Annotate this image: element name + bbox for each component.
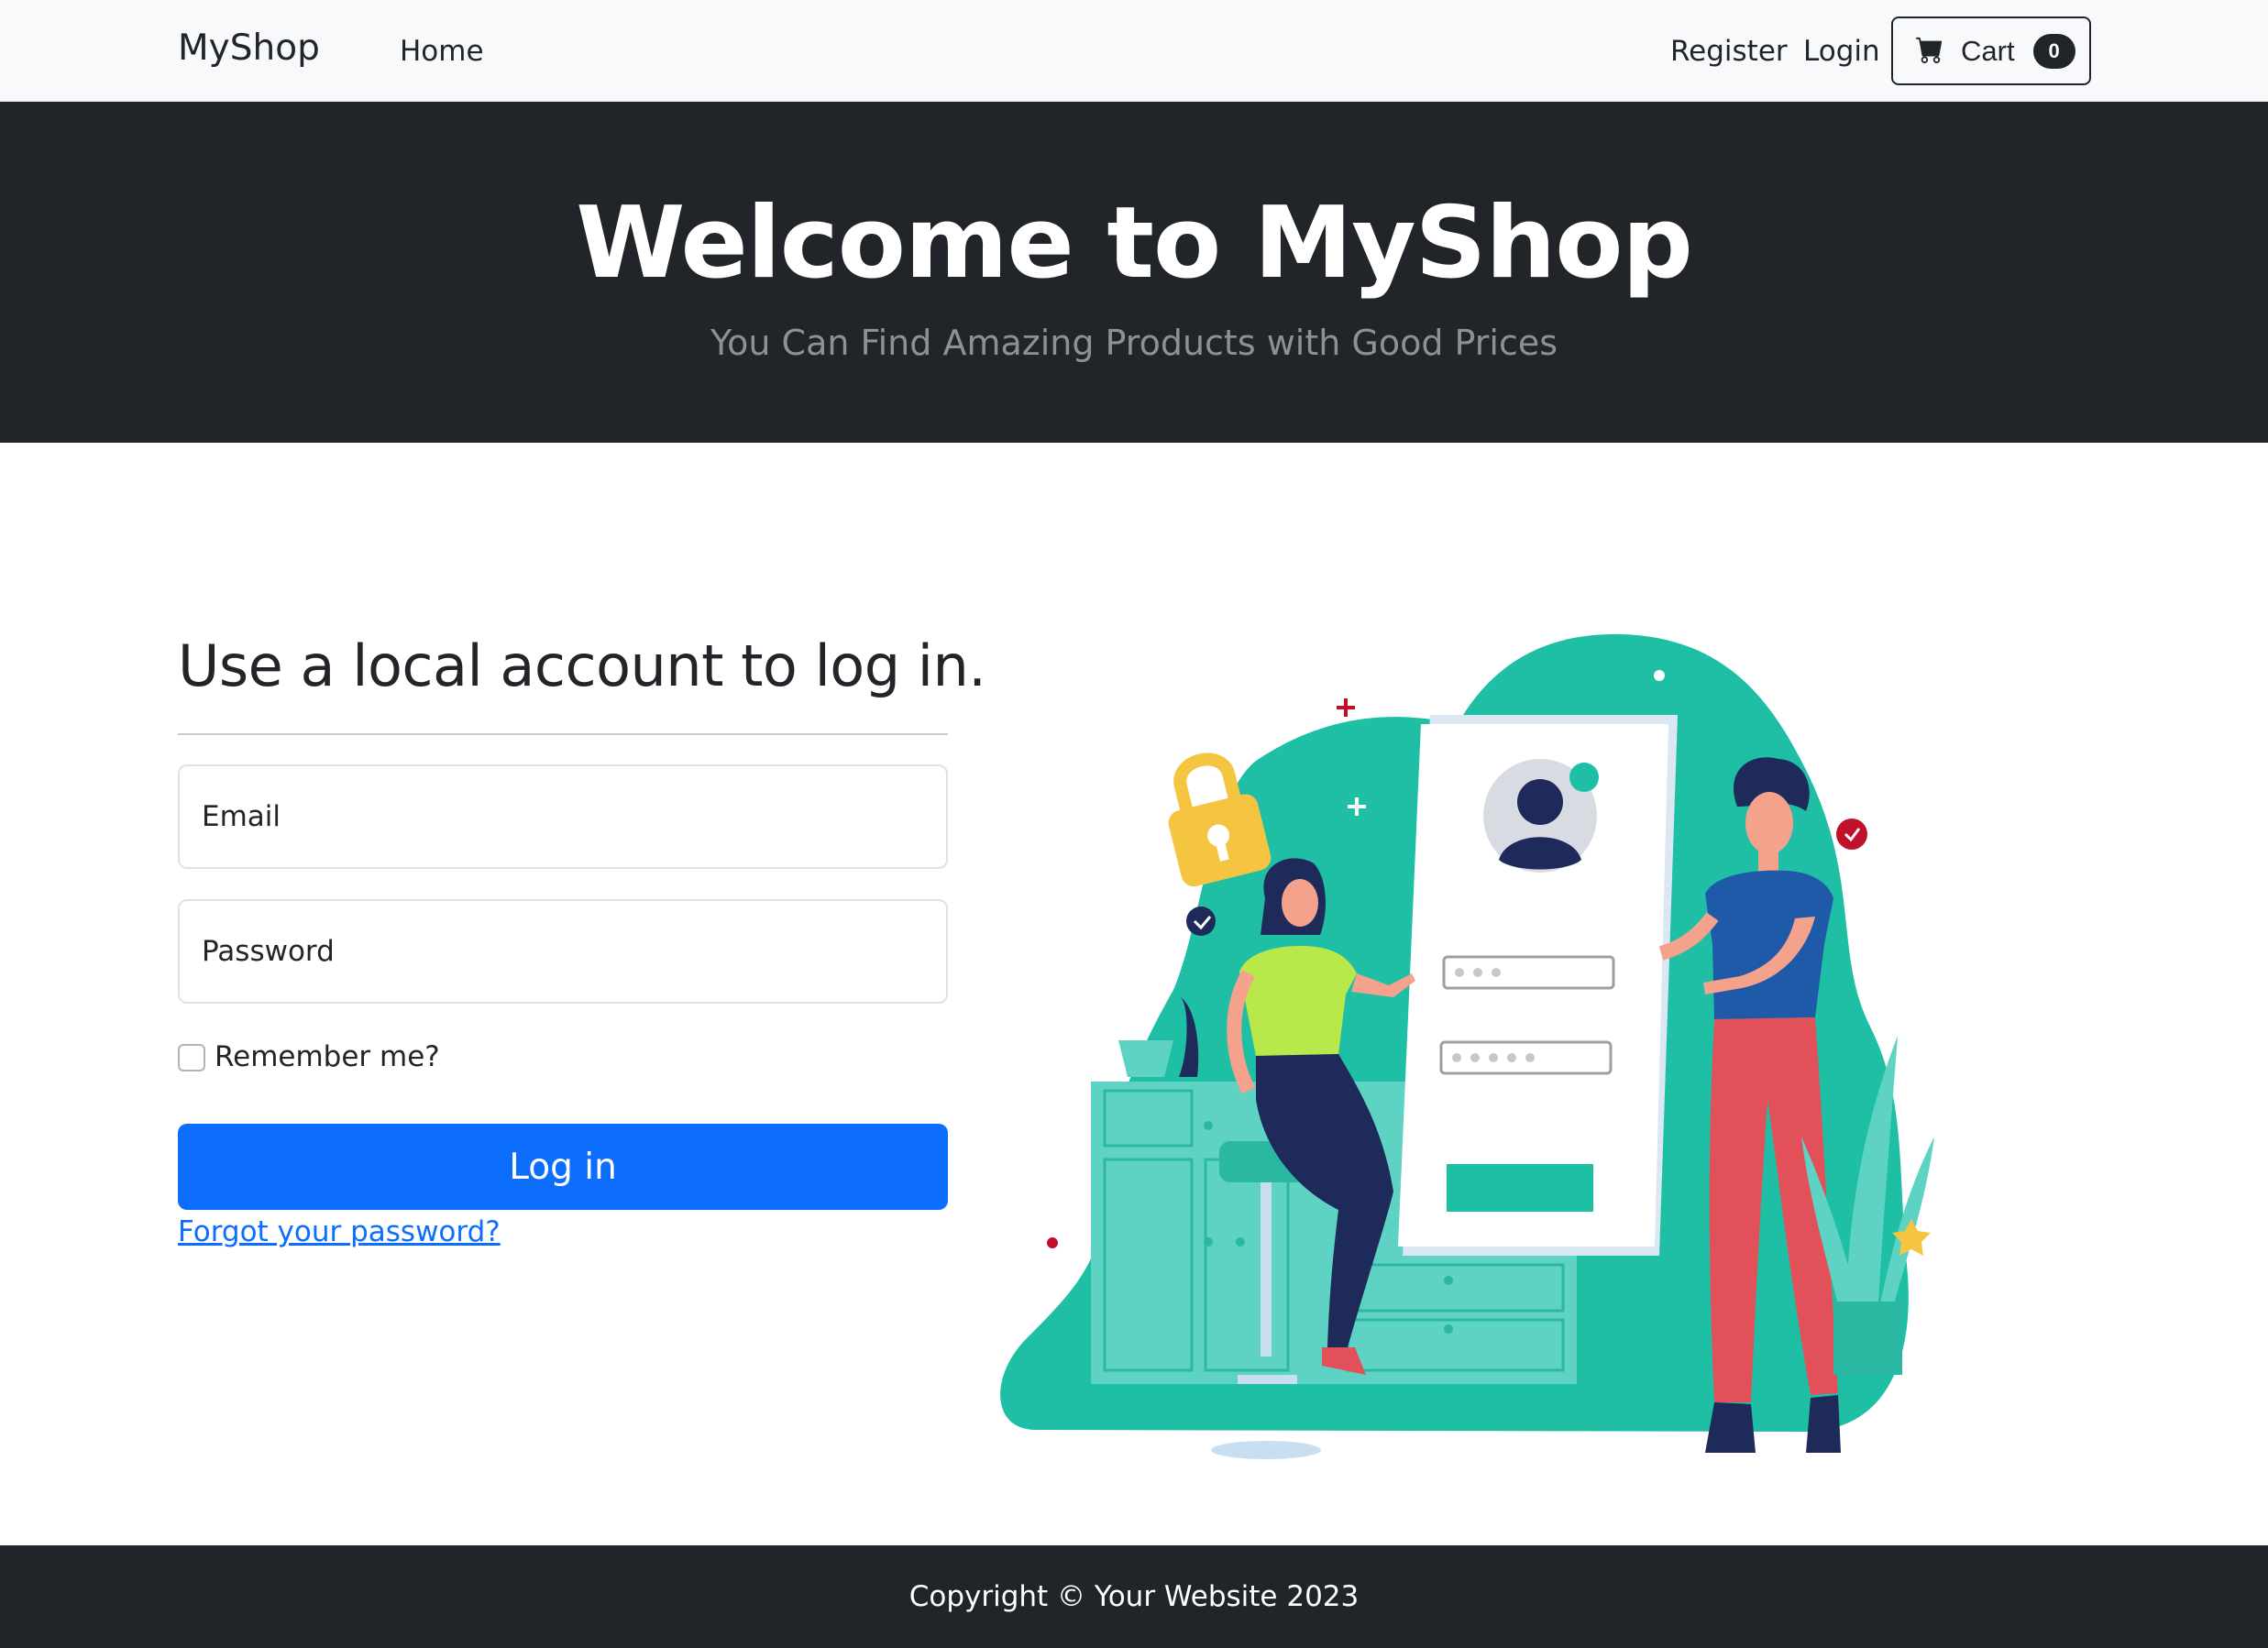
footer: Copyright © Your Website 2023 (0, 1545, 2268, 1648)
remember-me-checkbox[interactable] (178, 1044, 205, 1071)
login-illustration (981, 623, 1953, 1467)
nav-link-login[interactable]: Login (1803, 35, 1880, 68)
nav-link-register[interactable]: Register (1670, 35, 1788, 68)
login-form-title: Use a local account to log in. (178, 632, 986, 699)
cart-label: Cart (1961, 34, 2015, 67)
cart-icon (1915, 36, 1944, 66)
navbar: MyShop Home Register Login Cart 0 (0, 0, 2268, 102)
email-input[interactable] (178, 764, 948, 869)
hero-title: Welcome to MyShop (576, 186, 1693, 301)
forgot-password-link[interactable]: Forgot your password? (178, 1215, 501, 1248)
footer-copyright: Copyright © Your Website 2023 (908, 1580, 1360, 1613)
nav-link-home[interactable]: Home (400, 35, 484, 68)
brand-link[interactable]: MyShop (178, 27, 320, 69)
cart-button[interactable]: Cart 0 (1891, 16, 2091, 85)
remember-me-label[interactable]: Remember me? (215, 1040, 440, 1073)
hero-banner: Welcome to MyShop You Can Find Amazing P… (0, 102, 2268, 443)
phone-screen-shape (1398, 715, 1678, 1256)
cart-count-badge: 0 (2032, 33, 2075, 69)
hero-subtitle: You Can Find Amazing Products with Good … (710, 323, 1558, 363)
password-input[interactable] (178, 899, 948, 1004)
form-divider (178, 733, 948, 735)
login-button[interactable]: Log in (178, 1124, 948, 1210)
